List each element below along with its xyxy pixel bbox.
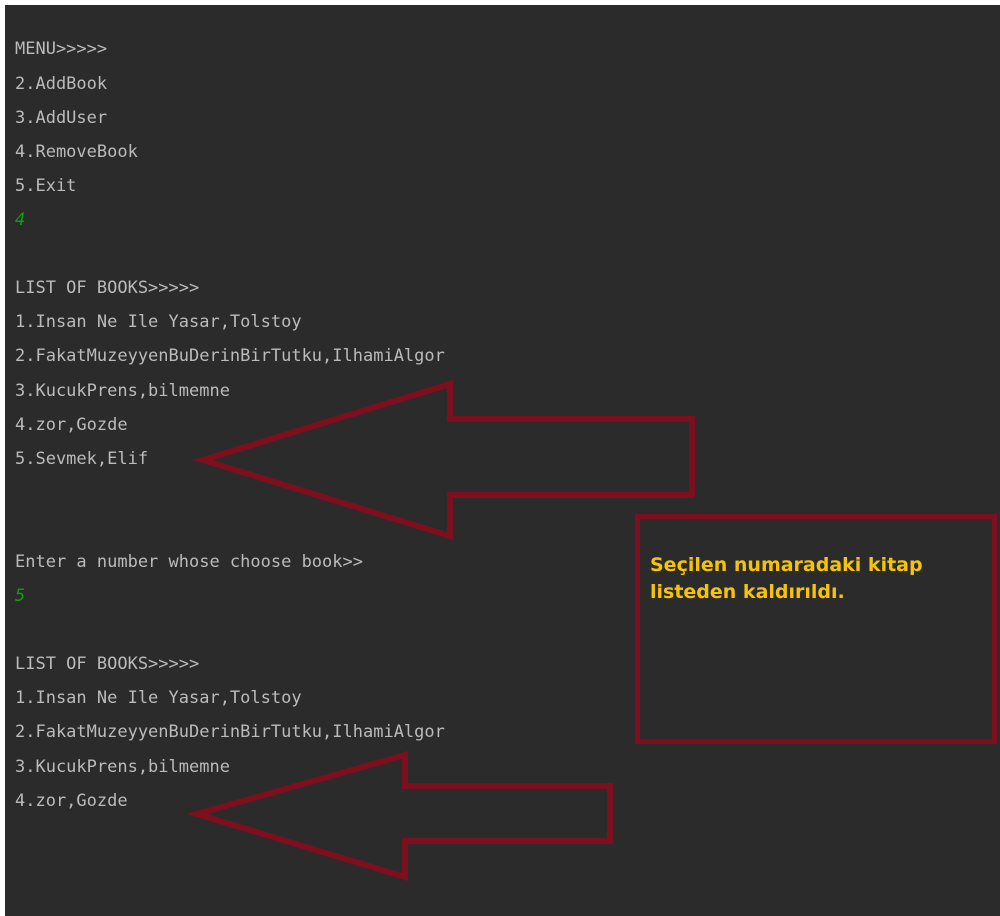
arrow-to-removed-book <box>192 379 695 541</box>
annotation-layer <box>186 379 695 882</box>
annotation-box <box>635 514 997 744</box>
annotation-text: Seçilen numaradaki kitap listeden kaldır… <box>650 554 923 603</box>
arrow-to-updated-list <box>186 751 613 882</box>
